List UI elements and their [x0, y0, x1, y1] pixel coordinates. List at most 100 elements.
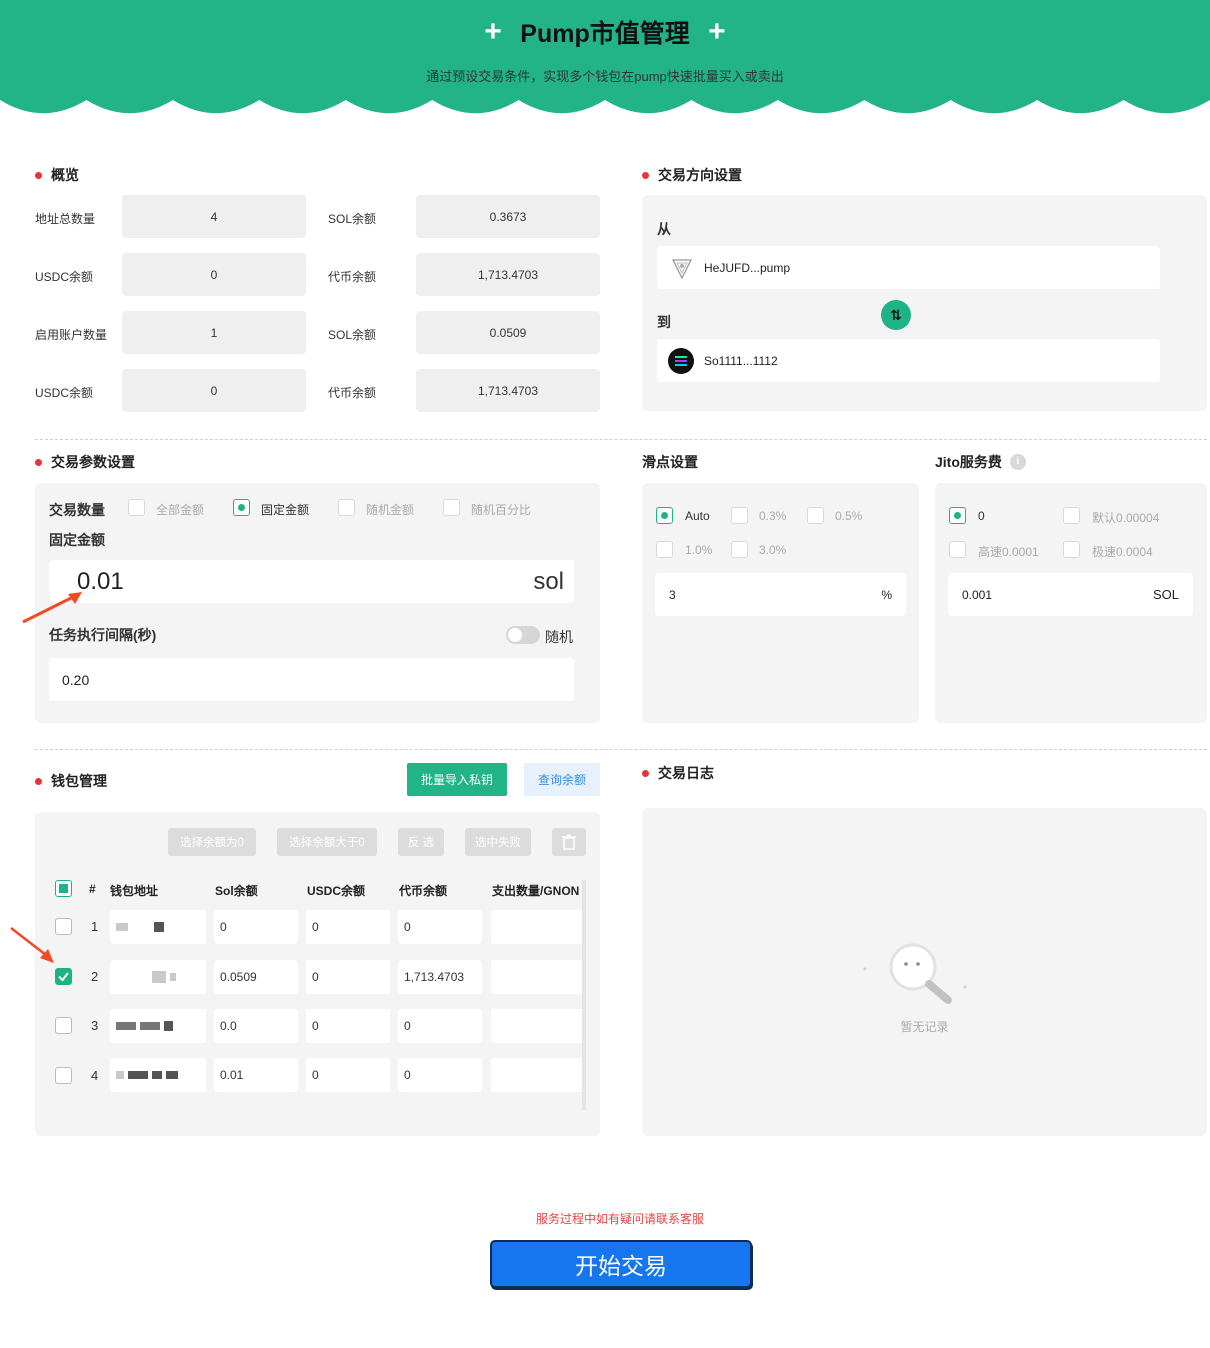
select-all-checkbox[interactable]: [55, 880, 72, 897]
empty-log-text: 暂无记录: [900, 1020, 949, 1034]
random-label: 随机: [545, 629, 573, 645]
amount-unit: sol: [533, 567, 564, 595]
spend-amount-input[interactable]: [491, 960, 586, 994]
header-banner: + Pump市值管理 + 通过预设交易条件，实现多个钱包在pump快速批量买入或…: [0, 0, 1210, 130]
sol-balance-cell: 0.0509: [214, 960, 298, 994]
to-token-text: So1111...1112: [704, 353, 778, 368]
jito-option: 高速0.0001: [978, 545, 1039, 559]
select-zero-balance-button[interactable]: 选择余额为0: [168, 828, 256, 856]
bullet-dot-icon: [35, 458, 42, 466]
slippage-checkbox[interactable]: [731, 541, 748, 558]
sparkle-icon: +: [708, 15, 726, 48]
spend-amount-input[interactable]: [491, 910, 586, 944]
swap-arrows-icon[interactable]: ⇅: [881, 300, 911, 330]
row-checkbox[interactable]: [55, 1017, 72, 1034]
usdc-balance-cell: 0: [306, 910, 390, 944]
overview-label: 启用账户数量: [35, 328, 108, 342]
overview-value: 0.0509: [416, 311, 600, 354]
qty-label: 交易数量: [49, 502, 105, 518]
usdc-balance-cell: 0: [306, 1058, 390, 1092]
row-checkbox[interactable]: [55, 968, 72, 985]
invert-selection-button[interactable]: 反 选: [398, 828, 444, 856]
option-checkbox[interactable]: [443, 499, 460, 516]
page-subtitle: 通过预设交易条件，实现多个钱包在pump快速批量买入或卖出: [426, 69, 784, 84]
spend-amount-input[interactable]: [491, 1009, 586, 1043]
overview-value: 0: [122, 369, 306, 412]
jito-checkbox[interactable]: [949, 507, 966, 524]
jito-checkbox[interactable]: [1063, 507, 1080, 524]
col-index: #: [89, 882, 96, 896]
select-failed-button[interactable]: 选中失败: [465, 828, 531, 856]
annotation-arrow-icon: [10, 927, 54, 963]
table-scrollbar[interactable]: [582, 880, 586, 1110]
overview-value: 0: [122, 253, 306, 296]
log-title: 交易日志: [642, 763, 714, 783]
fixed-amount-label: 固定金额: [49, 532, 105, 548]
wallet-address-cell[interactable]: [110, 1058, 206, 1092]
from-token-select[interactable]: HeJUFD...pump: [657, 246, 1160, 289]
slippage-checkbox[interactable]: [731, 507, 748, 524]
overview-value: 1,713.4703: [416, 369, 600, 412]
slippage-option: 0.3%: [759, 509, 787, 523]
token-balance-cell: 0: [398, 1009, 482, 1043]
option-checkbox[interactable]: [128, 499, 145, 516]
row-checkbox[interactable]: [55, 1067, 72, 1084]
import-keys-button[interactable]: 批量导入私钥: [407, 763, 507, 796]
support-notice: 服务过程中如有疑问请联系客服: [535, 1212, 704, 1226]
select-positive-balance-button[interactable]: 选择余额大于0: [277, 828, 377, 856]
wallet-address-cell[interactable]: [110, 1009, 206, 1043]
bullet-dot-icon: [642, 171, 649, 179]
col-token: 代币余额: [399, 884, 448, 898]
trash-icon[interactable]: [552, 828, 586, 856]
from-label: 从: [657, 221, 671, 237]
spend-amount-input[interactable]: [491, 1058, 586, 1092]
overview-label: USDC余额: [35, 386, 94, 400]
bullet-dot-icon: [35, 171, 42, 179]
token-balance-cell: 0: [398, 910, 482, 944]
overview-label: 地址总数量: [35, 212, 96, 226]
option-checkbox[interactable]: [233, 499, 250, 516]
jito-checkbox[interactable]: [949, 541, 966, 558]
col-usdc: USDC余额: [307, 884, 366, 898]
jito-option: 默认0.00004: [1092, 511, 1160, 525]
amount-input[interactable]: 0.01 sol: [49, 560, 574, 603]
wallet-address-cell[interactable]: [110, 910, 206, 944]
option-checkbox[interactable]: [338, 499, 355, 516]
bullet-dot-icon: [35, 777, 42, 785]
interval-input[interactable]: 0.20: [49, 658, 574, 701]
jito-fee-value: 0.001: [962, 587, 993, 602]
slippage-option: 3.0%: [759, 543, 787, 557]
query-balance-button[interactable]: 查询余额: [524, 763, 600, 796]
slippage-checkbox[interactable]: [656, 541, 673, 558]
jito-fee-input[interactable]: 0.001 SOL: [948, 573, 1193, 616]
jito-checkbox[interactable]: [1063, 541, 1080, 558]
row-index: 4: [91, 1068, 99, 1083]
sol-balance-cell: 0: [214, 910, 298, 944]
direction-title: 交易方向设置: [642, 165, 742, 185]
from-token-text: HeJUFD...pump: [704, 260, 791, 275]
divider: [35, 439, 1207, 440]
row-index: 3: [91, 1018, 99, 1033]
start-trade-button[interactable]: 开始交易: [490, 1240, 752, 1288]
interval-label: 任务执行间隔(秒): [49, 627, 157, 643]
col-spend: 支出数量/GNON: [492, 884, 580, 898]
wallet-address-cell[interactable]: [110, 960, 206, 994]
overview-label: 代币余额: [328, 386, 377, 400]
option-label: 随机金额: [366, 503, 415, 517]
row-index: 1: [91, 919, 99, 934]
sparkle-icon: +: [484, 15, 502, 48]
to-token-select[interactable]: So1111...1112: [657, 339, 1160, 382]
random-toggle[interactable]: [506, 626, 540, 644]
slippage-checkbox[interactable]: [656, 507, 673, 524]
jito-option: 0: [978, 509, 985, 523]
toggle-knob: [508, 628, 522, 642]
slippage-checkbox[interactable]: [807, 507, 824, 524]
sol-balance-cell: 0.0: [214, 1009, 298, 1043]
slippage-input[interactable]: 3 %: [655, 573, 906, 616]
empty-magnifier-icon: [863, 943, 967, 1004]
overview-label: USDC余额: [35, 270, 94, 284]
info-icon[interactable]: i: [1009, 454, 1026, 470]
jito-fee-unit: SOL: [1152, 587, 1179, 602]
overview-label: 代币余额: [328, 270, 377, 284]
to-label: 到: [657, 314, 671, 330]
